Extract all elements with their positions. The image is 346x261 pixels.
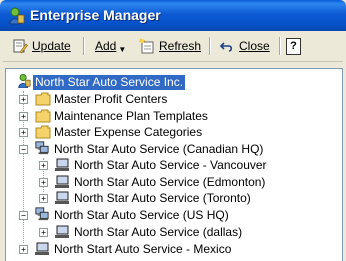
expand-icon[interactable]: + bbox=[39, 161, 48, 170]
dropdown-arrow-icon: ▼ bbox=[118, 44, 127, 54]
tree-label: North Star Auto Service (Canadian HQ) bbox=[54, 141, 264, 156]
tree-node[interactable]: − North Star Auto Service (US HQ) bbox=[6, 207, 336, 223]
tree-node[interactable]: + North Star Auto Service (dallas) bbox=[6, 224, 336, 240]
tree-label: Master Profit Centers bbox=[54, 91, 168, 106]
window-title: Enterprise Manager bbox=[30, 7, 161, 23]
expand-icon[interactable]: + bbox=[19, 112, 28, 121]
tree-node[interactable]: + North Start Auto Service - Mexico bbox=[6, 241, 336, 257]
tree-label: Maintenance Plan Templates bbox=[54, 108, 208, 123]
computer-icon bbox=[55, 191, 69, 204]
tree-label: North Start Auto Service - Mexico bbox=[54, 241, 232, 256]
folder-icon bbox=[35, 92, 51, 106]
tree-label: North Star Auto Service - Vancouver bbox=[74, 157, 267, 172]
collapse-icon[interactable]: − bbox=[19, 145, 28, 154]
tree-node[interactable]: + North Star Auto Service (Toronto) bbox=[6, 190, 336, 206]
tree-node[interactable]: + Master Expense Categories bbox=[6, 124, 336, 140]
tree-node[interactable]: + North Star Auto Service (Edmonton) bbox=[6, 174, 336, 190]
enterprise-icon bbox=[18, 74, 31, 88]
tree-label: North Star Auto Service (Edmonton) bbox=[74, 174, 266, 189]
expand-icon[interactable]: + bbox=[39, 178, 48, 187]
tree-label: North Star Auto Service Inc. bbox=[31, 73, 187, 91]
expand-icon[interactable]: + bbox=[19, 245, 28, 254]
tree-label: North Star Auto Service (US HQ) bbox=[54, 207, 229, 222]
refresh-button[interactable]: Refresh bbox=[139, 35, 201, 57]
update-icon bbox=[13, 39, 28, 54]
computer-icon bbox=[55, 175, 69, 188]
tree-node[interactable]: + Master Profit Centers bbox=[6, 91, 336, 107]
collapse-icon[interactable]: − bbox=[19, 211, 28, 220]
title-bar[interactable]: Enterprise Manager bbox=[0, 0, 346, 31]
undo-arrow-icon bbox=[219, 42, 233, 52]
update-label: Update bbox=[32, 39, 71, 53]
toolbar-separator bbox=[279, 37, 281, 55]
enterprise-tree[interactable]: North Star Auto Service Inc. + Master Pr… bbox=[5, 68, 343, 261]
computer-icon bbox=[55, 225, 69, 238]
folder-icon bbox=[35, 109, 51, 123]
folder-icon bbox=[35, 125, 51, 139]
expand-icon[interactable]: + bbox=[19, 95, 28, 104]
tree-label: Master Expense Categories bbox=[54, 124, 203, 139]
toolbar: Update Add ▼ Refresh Close ? bbox=[3, 31, 343, 62]
network-computer-icon bbox=[35, 207, 49, 221]
tree-node[interactable]: − North Star Auto Service (Canadian HQ) bbox=[6, 141, 336, 157]
expand-icon[interactable]: + bbox=[39, 194, 48, 203]
computer-icon bbox=[35, 242, 49, 255]
expand-icon[interactable]: + bbox=[39, 228, 48, 237]
toolbar-separator bbox=[83, 37, 85, 55]
expand-icon[interactable]: + bbox=[19, 128, 28, 137]
network-computer-icon bbox=[35, 141, 49, 155]
toolbar-separator bbox=[209, 37, 211, 55]
close-button[interactable]: Close bbox=[219, 35, 270, 57]
add-button[interactable]: Add ▼ bbox=[95, 35, 126, 57]
update-button[interactable]: Update bbox=[12, 35, 71, 57]
tree-node-root[interactable]: North Star Auto Service Inc. bbox=[6, 73, 336, 91]
tree-node[interactable]: + North Star Auto Service - Vancouver bbox=[6, 157, 336, 173]
help-icon: ? bbox=[286, 37, 301, 55]
tree-label: North Star Auto Service (Toronto) bbox=[74, 190, 251, 205]
computer-icon bbox=[55, 158, 69, 171]
refresh-icon bbox=[139, 38, 154, 54]
help-button[interactable]: ? bbox=[286, 35, 301, 57]
close-label: Close bbox=[239, 39, 270, 53]
tree-label: North Star Auto Service (dallas) bbox=[74, 224, 243, 239]
tree-node[interactable]: + Maintenance Plan Templates bbox=[6, 108, 336, 124]
enterprise-manager-icon bbox=[9, 7, 25, 25]
add-label: Add bbox=[95, 39, 117, 53]
refresh-label: Refresh bbox=[159, 39, 202, 53]
